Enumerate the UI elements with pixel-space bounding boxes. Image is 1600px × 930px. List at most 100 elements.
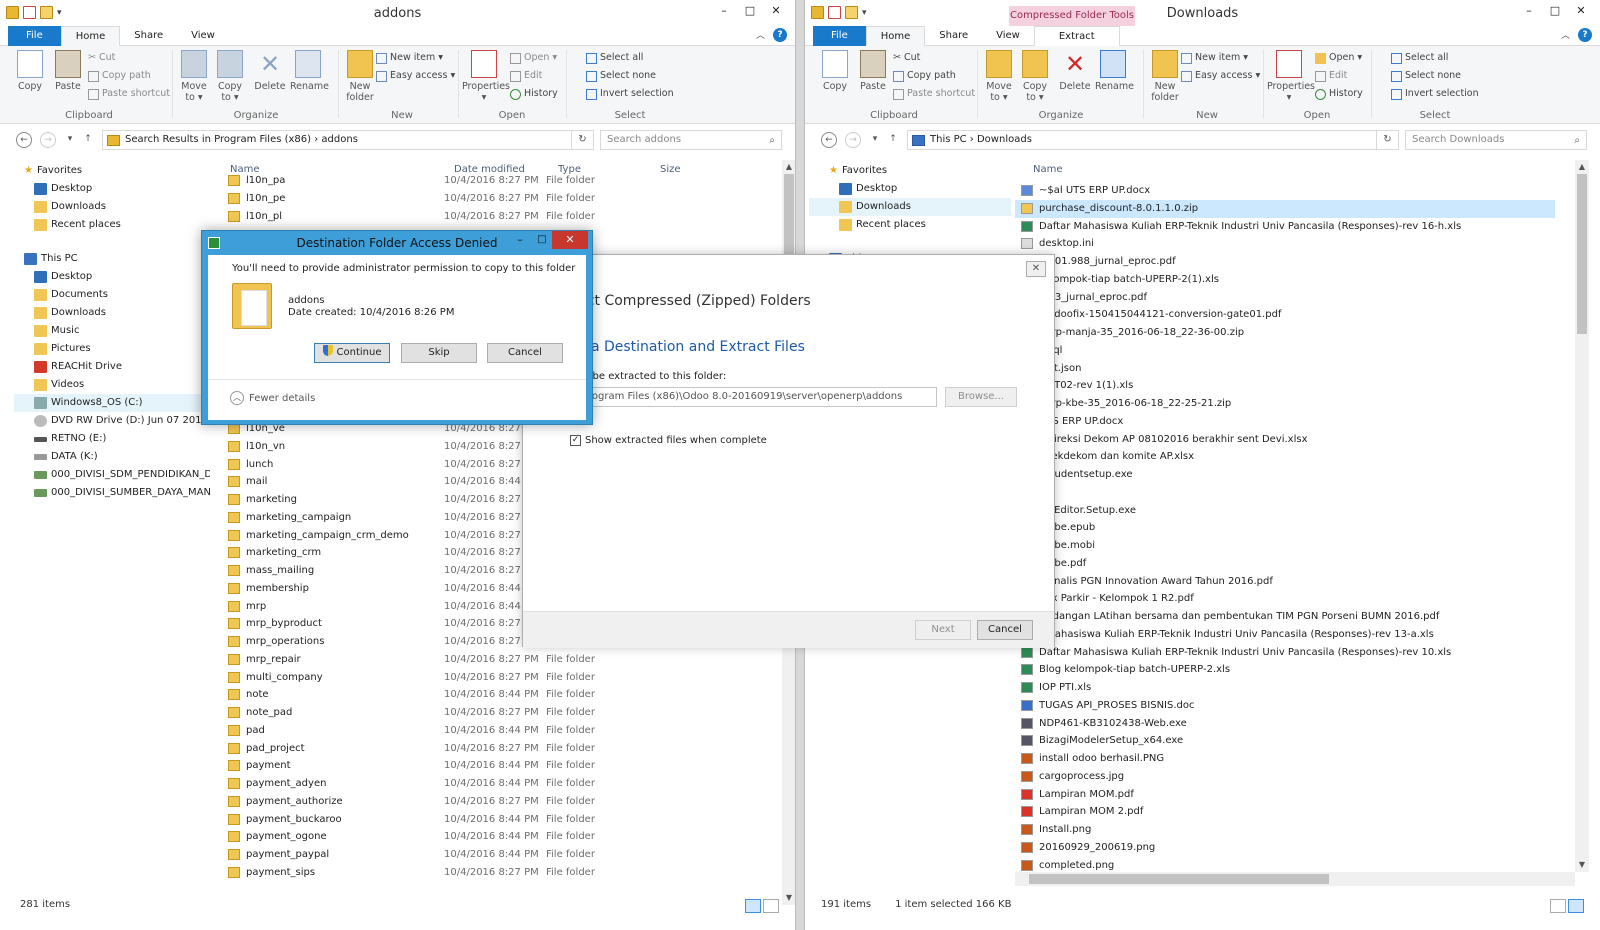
table-row[interactable]: payment_ogone 10/4/2016 8:44 PM File folde… [224,828,784,846]
table-row[interactable]: pad_project 10/4/2016 8:27 PM File folder [224,740,784,758]
nav-drive-e[interactable]: RETNO (E:) [34,430,106,448]
list-item[interactable]: -kabe.epub [1015,519,1555,537]
nav-drive-c[interactable]: Windows8_OS (C:) [14,394,204,412]
maximize-button[interactable]: □ [737,2,763,20]
address-bar[interactable]: This PC › Downloads [907,130,1377,150]
tab-home[interactable]: Home [60,26,121,46]
denied-cancel-button[interactable]: Cancel [487,343,563,363]
show-extracted-files-checkbox[interactable]: ✓ Show extracted files when complete [570,435,767,446]
list-item[interactable]: r Finalis PGN Innovation Award Tahun 201… [1015,573,1555,591]
maximize-button[interactable]: □ [1542,2,1568,20]
nav-downloads[interactable]: Downloads [809,198,1011,216]
select-none-button[interactable]: Select none [586,68,656,84]
edit-button[interactable]: Edit [510,68,542,84]
easy-access-button[interactable]: Easy access ▾ [1181,68,1260,84]
list-item[interactable]: UTS ERP UP.docx [1015,413,1555,431]
scroll-down-icon[interactable]: ▼ [1575,858,1589,872]
up-button[interactable]: ↑ [885,132,901,148]
list-item[interactable]: Box Parkir - Kelompok 1 R2.pdf [1015,590,1555,608]
list-item[interactable]: 8studentsetup.exe [1015,466,1555,484]
tab-view[interactable]: View [982,26,1034,46]
table-row[interactable]: multi_company 10/4/2016 8:27 PM File folde… [224,669,784,687]
delete-button[interactable]: ✕ Delete [1057,50,1093,92]
list-item[interactable]: r Direksi Dekom AP 08102016 berakhir sen… [1015,431,1555,449]
table-row[interactable]: l10n_pa 10/4/2016 8:27 PM File folder [224,172,784,190]
nav-this-pc[interactable]: This PC [24,250,78,268]
nav-music[interactable]: Music [34,322,79,340]
table-row[interactable]: payment_paypal 10/4/2016 8:44 PM File fold… [224,846,784,864]
extract-path-input[interactable]: rogram Files (x86)\Odoo 8.0-20160919\ser… [581,387,937,407]
list-item[interactable]: Lampiran MOM.pdf [1015,786,1555,804]
select-all-button[interactable]: Select all [1391,50,1448,66]
list-item[interactable]: install odoo berhasil.PNG [1015,750,1555,768]
easy-access-button[interactable]: Easy access ▾ [376,68,455,84]
new-item-button[interactable]: New item ▾ [1181,50,1248,66]
list-item[interactable]: -kabe.pdf [1015,555,1555,573]
vertical-scrollbar[interactable]: ▲ ▼ [1575,160,1589,872]
edit-button[interactable]: Edit [1315,68,1347,84]
tab-view[interactable]: View [177,26,229,46]
column-header-name[interactable]: Name [1033,160,1063,180]
checkbox-checked-icon[interactable]: ✓ [570,435,581,446]
collapse-ribbon-icon[interactable]: ︿ [756,28,765,41]
list-item[interactable]: Daftar Mahasiswa Kuliah ERP-Teknik Indus… [1015,218,1555,236]
scroll-thumb[interactable] [1577,174,1587,334]
nav-network-drive-2[interactable]: 000_DIVISI_SUMBER_DAYA_MANUS [34,484,210,502]
minimize-button[interactable]: – [1516,2,1542,20]
invert-selection-button[interactable]: Invert selection [586,86,674,102]
skip-button[interactable]: Skip [401,343,477,363]
dialog-close-button[interactable]: ✕ [552,231,588,249]
list-item[interactable]: Undangan LAtihan bersama dan pembentukan… [1015,608,1555,626]
nav-drive-d[interactable]: DVD RW Drive (D:) Jun 07 2013 [34,412,208,430]
horizontal-scroll-thumb[interactable] [1029,874,1329,884]
up-button[interactable]: ↑ [80,132,96,148]
move-to-button[interactable]: Move to ▾ [176,50,212,103]
list-item[interactable]: .993_jurnal_eproc.pdf [1015,289,1555,307]
list-item[interactable]: P8-T02-rev 1(1).xls [1015,377,1555,395]
table-row[interactable]: mrp_repair 10/4/2016 8:27 PM File folder [224,651,784,669]
new-folder-button[interactable]: New folder [342,50,378,103]
browse-button[interactable]: Browse... [945,387,1017,407]
nav-pc-desktop[interactable]: Desktop [34,268,92,286]
tab-share[interactable]: Share [120,26,177,46]
cut-button[interactable]: ✂ Cut [88,50,115,66]
help-icon[interactable]: ? [773,28,787,42]
copy-to-button[interactable]: Copy to ▾ [1017,50,1053,103]
move-to-button[interactable]: Move to ▾ [981,50,1017,103]
delete-button[interactable]: ✕ Delete [252,50,288,92]
paste-button[interactable]: Paste [855,50,891,92]
list-item[interactable]: r Mahasiswa Kuliah ERP-Teknik Industri U… [1015,626,1555,644]
list-item[interactable]: ok.Editor.Setup.exe [1015,502,1555,520]
tab-extract[interactable]: Extract [1033,26,1120,46]
nav-reachit-drive[interactable]: REACHit Drive [34,358,122,376]
invert-selection-button[interactable]: Invert selection [1391,86,1479,102]
scroll-thumb[interactable] [784,174,794,254]
tab-file[interactable]: File [813,26,866,46]
recent-locations-button[interactable]: ▾ [62,132,78,148]
nav-pictures[interactable]: Pictures [34,340,91,358]
new-folder-button[interactable]: New folder [1147,50,1183,103]
refresh-button[interactable]: ↻ [1377,130,1399,150]
list-item[interactable]: IOP PTI.xls [1015,679,1555,697]
list-item[interactable]: BizagiModelerSetup_x64.exe [1015,732,1555,750]
list-item[interactable]: ~$al UTS ERP UP.docx [1015,182,1555,200]
forward-button[interactable]: → [40,132,56,148]
list-item[interactable]: -kabe.mobi [1015,537,1555,555]
nav-documents[interactable]: Documents [34,286,108,304]
properties-button[interactable]: Properties ▾ [1267,50,1315,103]
close-button[interactable]: ✕ [763,2,789,20]
list-item[interactable]: perp-kbe-35_2016-06-18_22-25-21.zip [1015,395,1555,413]
list-item[interactable]: cargoprocess.jpg [1015,768,1555,786]
dialog-minimize-button[interactable]: – [510,233,530,249]
list-item[interactable]: o.sql [1015,342,1555,360]
nav-network-drive-1[interactable]: 000_DIVISI_SDM_PENDIDIKAN_DAN [34,466,210,484]
details-view-icon[interactable] [1550,899,1566,913]
table-row[interactable]: payment_authorize 10/4/2016 8:27 PM File f… [224,793,784,811]
rename-button[interactable]: Rename [1095,50,1134,92]
properties-button[interactable]: Properties ▾ [462,50,510,103]
address-bar[interactable]: Search Results in Program Files (x86) › … [102,130,572,150]
nav-desktop[interactable]: Desktop [34,180,92,198]
list-item[interactable]: kelompok-tiap batch-UPERP-2(1).xls [1015,271,1555,289]
details-view-icon[interactable] [745,899,761,913]
select-none-button[interactable]: Select none [1391,68,1461,84]
